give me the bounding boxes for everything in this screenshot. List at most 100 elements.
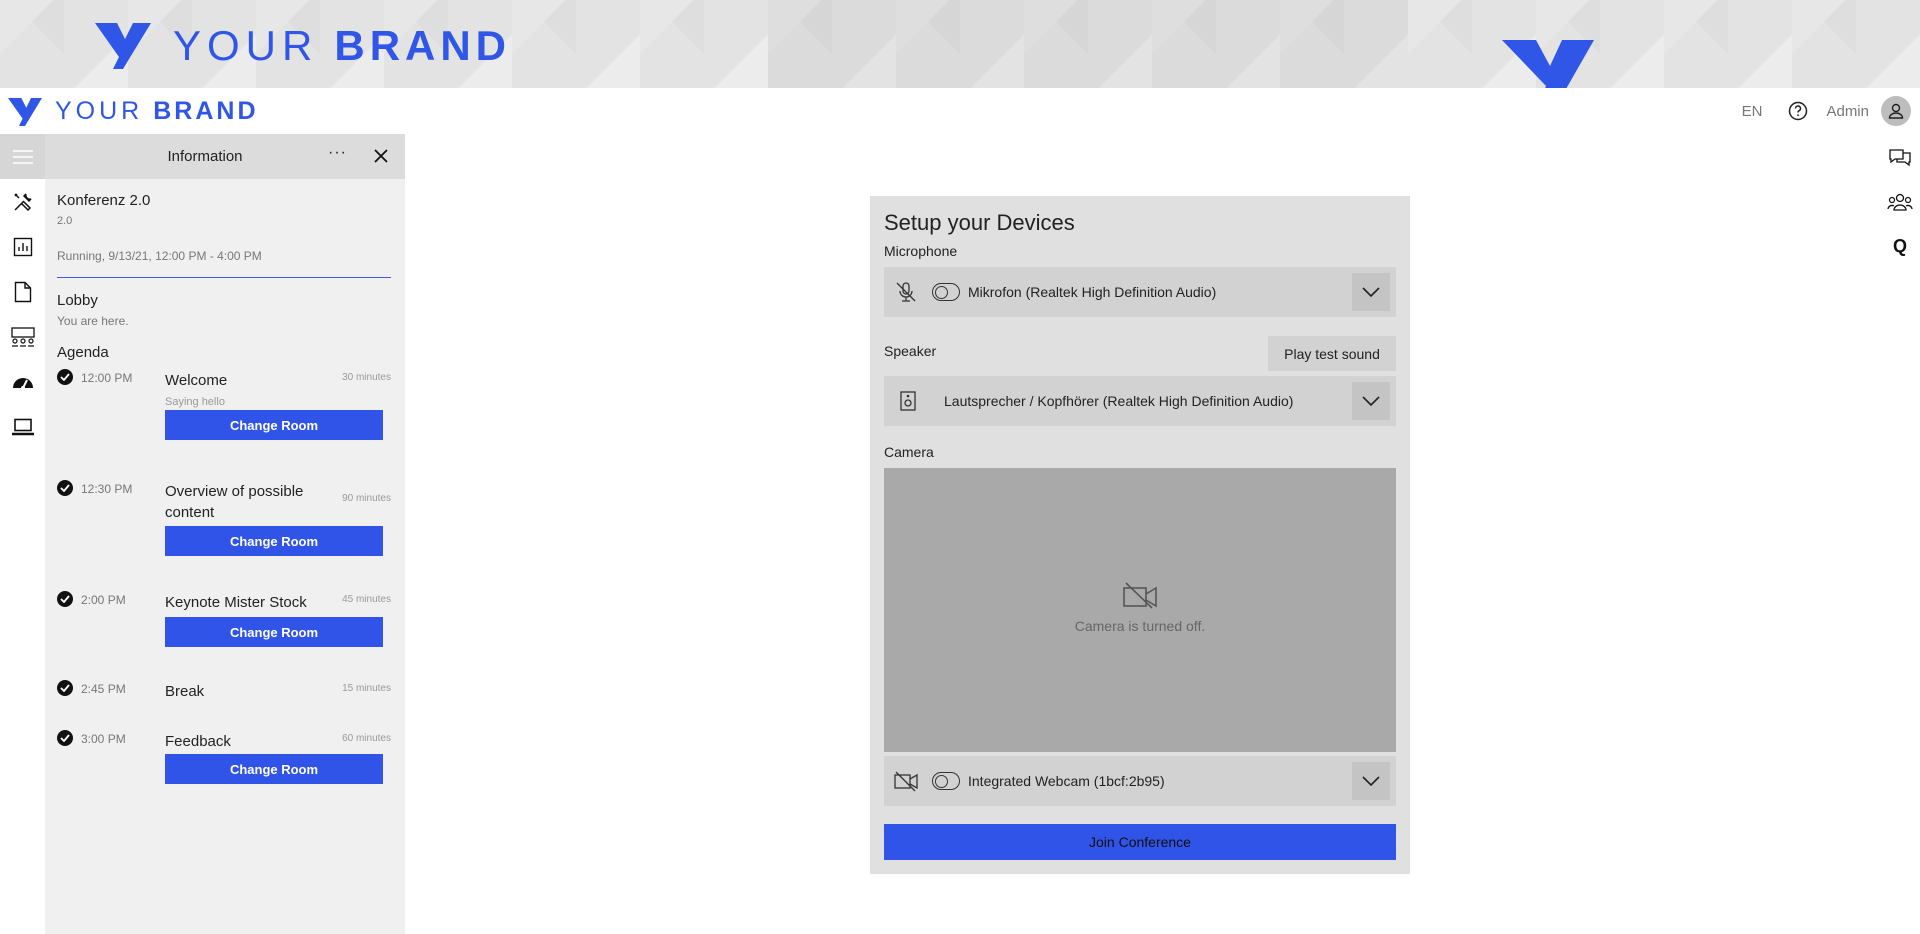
agenda-time: 12:00 PM — [81, 371, 133, 385]
rooms-button[interactable] — [0, 314, 45, 359]
check-circle-icon — [57, 480, 73, 496]
q-button[interactable]: Q — [1880, 224, 1920, 269]
brand-y-logo-icon — [8, 97, 42, 126]
change-room-button[interactable]: Change Room — [165, 410, 383, 440]
agenda-item: 3:00 PM Feedback 60 minutes Change Room — [57, 730, 391, 788]
agenda-duration: 60 minutes — [342, 733, 391, 744]
agenda-title-text: Overview of possible content — [165, 483, 304, 521]
menu-button[interactable] — [0, 134, 45, 179]
more-options-button[interactable]: ··· — [328, 144, 347, 162]
agenda-title: Agenda — [57, 344, 109, 361]
statistics-button[interactable] — [0, 224, 45, 269]
menu-icon — [12, 149, 33, 164]
information-panel: Information ··· Konferenz 2.0 2.0 Runnin… — [45, 134, 405, 934]
documents-button[interactable] — [0, 269, 45, 314]
tools-button[interactable] — [0, 179, 45, 224]
conference-name: Konferenz 2.0 — [57, 192, 151, 209]
agenda-item: 2:00 PM Keynote Mister Stock 45 minutes … — [57, 591, 391, 649]
agenda-item: 12:30 PM Overview of possible content 90… — [57, 480, 391, 565]
check-circle-icon — [57, 730, 73, 746]
microphone-dropdown-button[interactable] — [1352, 273, 1390, 311]
agenda-time: 3:00 PM — [81, 732, 126, 746]
agenda-description: Saying hello — [165, 396, 225, 408]
agenda-title-text: Feedback — [165, 733, 231, 750]
agenda-duration: 45 minutes — [342, 594, 391, 605]
banner-shade — [768, 0, 1408, 88]
close-icon[interactable] — [372, 147, 390, 165]
divider — [57, 277, 391, 278]
brand-word-bold: BRAND — [153, 97, 259, 125]
change-room-button[interactable]: Change Room — [165, 526, 383, 556]
agenda-time: 2:00 PM — [81, 593, 126, 607]
chat-button[interactable] — [1880, 134, 1920, 179]
agenda-item: 12:00 PM Welcome 30 minutes Saying hello… — [57, 369, 391, 453]
agenda-duration: 15 minutes — [342, 683, 391, 694]
right-icon-rail: Q — [1880, 134, 1920, 269]
rooms-icon — [10, 326, 35, 347]
speaker-device: Lautsprecher / Kopfhörer (Realtek High D… — [944, 393, 1294, 409]
user-avatar-icon — [1888, 103, 1904, 119]
conference-status: Running, 9/13/21, 12:00 PM - 4:00 PM — [57, 249, 262, 263]
header-actions: EN Admin — [1742, 88, 1920, 134]
agenda-time: 2:45 PM — [81, 682, 126, 696]
join-conference-button[interactable]: Join Conference — [884, 824, 1396, 860]
speaker-label: Speaker — [884, 343, 937, 359]
app-header: YOUR BRAND EN Admin — [0, 88, 1920, 134]
camera-preview: Camera is turned off. — [884, 468, 1396, 752]
setup-devices-card: Setup your Devices Microphone Mikrofon (… — [870, 196, 1410, 874]
conference-version: 2.0 — [57, 215, 73, 227]
change-room-button[interactable]: Change Room — [165, 754, 383, 784]
agenda-title-text: Break — [165, 683, 205, 700]
brand-wordmark: YOUR BRAND — [55, 97, 259, 126]
camera-toggle[interactable] — [932, 772, 960, 790]
document-icon — [14, 281, 31, 302]
agenda-title-text: Keynote Mister Stock — [165, 594, 307, 611]
header-logo[interactable]: YOUR BRAND — [8, 97, 259, 126]
microphone-select[interactable]: Mikrofon (Realtek High Definition Audio) — [884, 267, 1396, 317]
microphone-muted-icon — [896, 282, 916, 302]
camera-label: Camera — [884, 444, 934, 460]
participants-button[interactable] — [1880, 179, 1920, 224]
play-test-sound-button[interactable]: Play test sound — [1268, 336, 1396, 371]
microphone-label: Microphone — [884, 243, 958, 259]
camera-dropdown-button[interactable] — [1352, 762, 1390, 800]
check-circle-icon — [57, 591, 73, 607]
camera-off-icon — [894, 771, 918, 792]
brand-word-light: YOUR — [55, 97, 144, 125]
check-circle-icon — [57, 680, 73, 696]
dashboard-icon — [12, 377, 33, 390]
agenda-title-text: Welcome — [165, 372, 228, 389]
camera-off-icon — [1123, 582, 1157, 609]
banner-y-emblem — [1502, 38, 1594, 88]
language-switch[interactable]: EN — [1742, 103, 1763, 120]
top-banner: YOUR BRAND — [0, 0, 1920, 88]
brand-word-light: YOUR — [173, 22, 319, 69]
tools-icon — [13, 192, 32, 211]
lobby-title: Lobby — [57, 292, 98, 309]
change-room-button[interactable]: Change Room — [165, 617, 383, 647]
panel-body: Konferenz 2.0 2.0 Running, 9/13/21, 12:0… — [45, 192, 405, 788]
q-icon: Q — [1892, 236, 1907, 256]
lobby-subtitle: You are here. — [57, 314, 129, 328]
setup-title: Setup your Devices — [884, 210, 1075, 235]
panel-header: Information ··· — [45, 134, 405, 179]
brand-y-logo-icon — [95, 23, 151, 69]
avatar[interactable] — [1881, 96, 1911, 126]
speaker-dropdown-button[interactable] — [1352, 382, 1390, 420]
microphone-toggle[interactable] — [932, 283, 960, 301]
microphone-device: Mikrofon (Realtek High Definition Audio) — [968, 284, 1217, 300]
chevron-down-icon — [1362, 396, 1380, 406]
panel-title: Information — [167, 148, 243, 165]
speaker-select[interactable]: Lautsprecher / Kopfhörer (Realtek High D… — [884, 376, 1396, 426]
check-circle-icon — [57, 369, 73, 385]
camera-select[interactable]: Integrated Webcam (1bcf:2b95) — [884, 756, 1396, 806]
camera-off-message: Camera is turned off. — [1074, 618, 1206, 634]
dashboard-button[interactable] — [0, 359, 45, 404]
user-name[interactable]: Admin — [1826, 103, 1869, 120]
agenda-item: 2:45 PM Break 15 minutes — [57, 680, 391, 702]
chart-icon — [13, 237, 32, 256]
help-icon[interactable] — [1788, 101, 1808, 121]
chevron-down-icon — [1362, 776, 1380, 786]
chat-icon — [1889, 148, 1911, 166]
screen-button[interactable] — [0, 404, 45, 449]
